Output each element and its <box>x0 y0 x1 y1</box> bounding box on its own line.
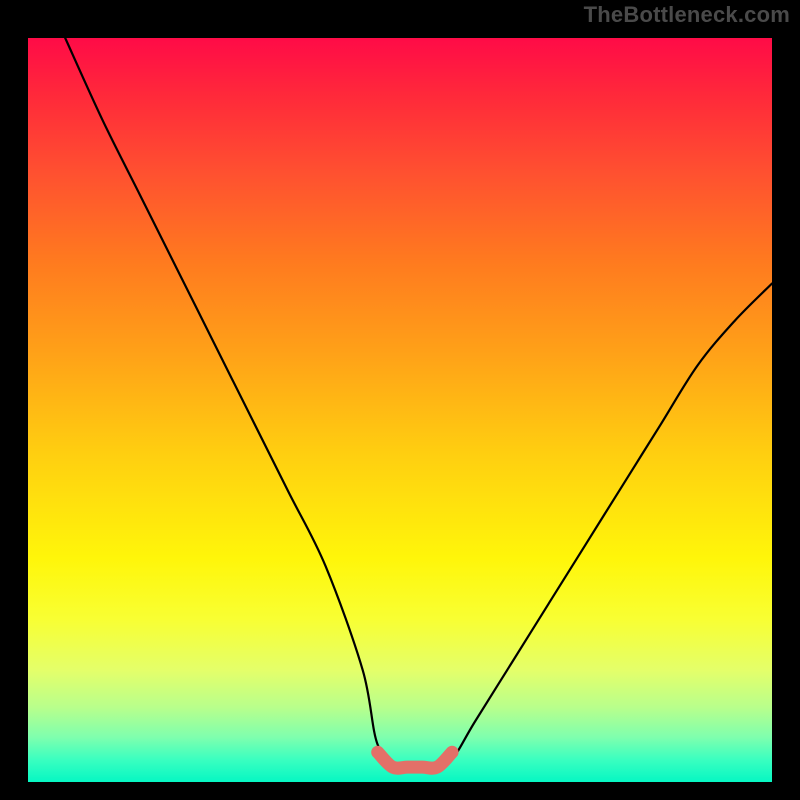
bottleneck-curve-path <box>65 38 772 769</box>
chart-svg <box>28 38 772 782</box>
highlight-band-path <box>378 752 452 768</box>
chart-plot-area <box>28 38 772 782</box>
chart-frame <box>14 24 786 796</box>
